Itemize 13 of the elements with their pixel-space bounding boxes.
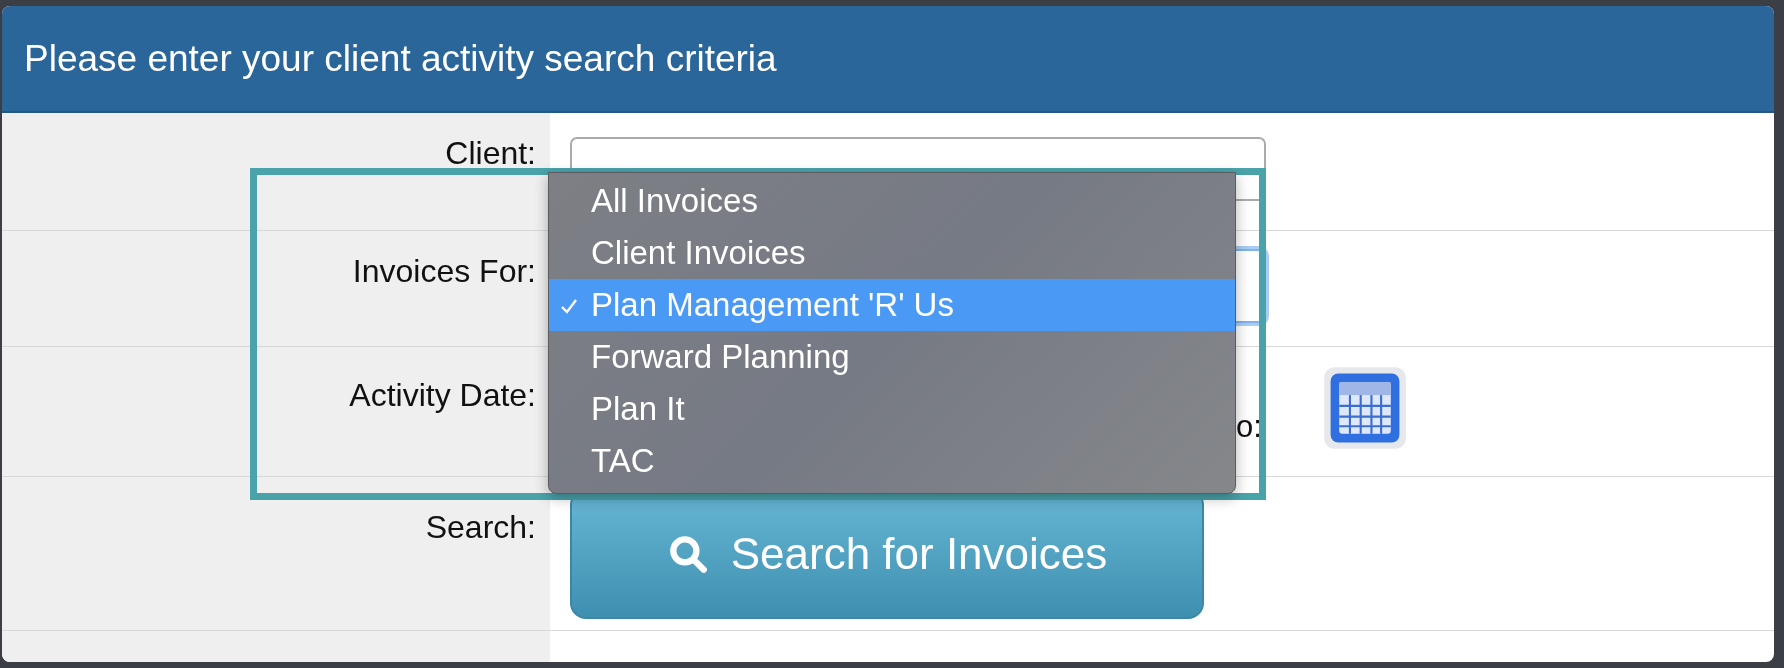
calendar-icon[interactable] (1322, 365, 1408, 451)
field-label: Invoices For: (352, 253, 536, 291)
field-label: o: (1236, 409, 1262, 445)
header-title: Please enter your client activity search criteria (24, 37, 777, 80)
dropdown-option[interactable]: Forward Planning (549, 331, 1235, 383)
field-label: Search: (425, 509, 536, 547)
dropdown-option[interactable]: Plan It (549, 383, 1235, 435)
field-label: Client: (445, 135, 536, 173)
dropdown-option[interactable]: All Invoices (549, 175, 1235, 227)
dropdown-option[interactable]: Plan Management 'R' Us (549, 279, 1235, 331)
dropdown-option[interactable]: Client Invoices (549, 227, 1235, 279)
dropdown-option[interactable]: TAC (549, 435, 1235, 487)
field-label: Activity Date: (349, 377, 536, 415)
